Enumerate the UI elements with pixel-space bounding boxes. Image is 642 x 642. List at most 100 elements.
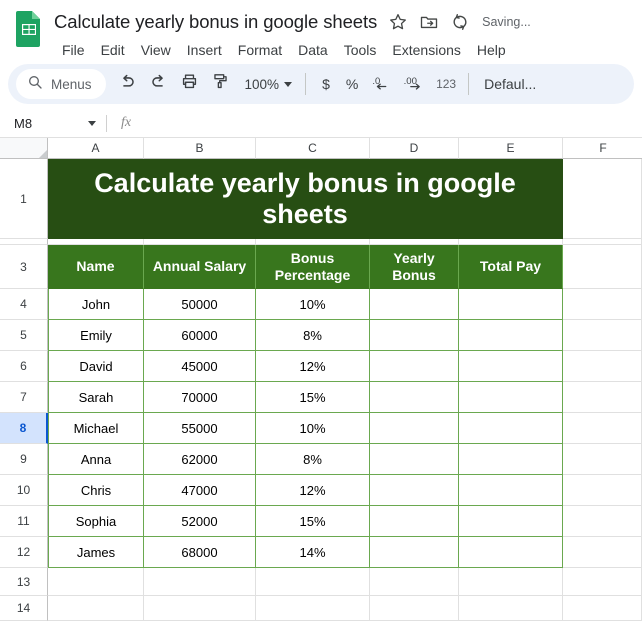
cell-a14[interactable] [48, 596, 144, 621]
cell-a8[interactable]: Michael [48, 413, 144, 444]
row-header-9[interactable]: 9 [0, 444, 48, 475]
column-header-a[interactable]: A [48, 138, 144, 159]
number-format-button[interactable]: 123 [431, 70, 461, 98]
cell-b6[interactable]: 45000 [144, 351, 256, 382]
cell-d9[interactable] [370, 444, 459, 475]
cell-c14[interactable] [256, 596, 370, 621]
cell-a13[interactable] [48, 568, 144, 596]
cell-b7[interactable]: 70000 [144, 382, 256, 413]
column-header-b[interactable]: B [144, 138, 256, 159]
cell-f3[interactable] [563, 245, 642, 289]
cell-b14[interactable] [144, 596, 256, 621]
cell-c5[interactable]: 8% [256, 320, 370, 351]
cell-d12[interactable] [370, 537, 459, 568]
cell-f8[interactable] [563, 413, 642, 444]
cell-d13[interactable] [370, 568, 459, 596]
menu-data[interactable]: Data [290, 40, 336, 60]
print-button[interactable] [174, 69, 205, 100]
cell-d6[interactable] [370, 351, 459, 382]
cell-d4[interactable] [370, 289, 459, 320]
table-header-total-pay[interactable]: Total Pay [459, 245, 563, 289]
font-family-dropdown[interactable]: Defaul... [476, 70, 544, 98]
increase-decimal-button[interactable]: .00 [397, 70, 431, 98]
cell-d10[interactable] [370, 475, 459, 506]
cell-a10[interactable]: Chris [48, 475, 144, 506]
menu-edit[interactable]: Edit [93, 40, 133, 60]
cell-b12[interactable]: 68000 [144, 537, 256, 568]
cell-f6[interactable] [563, 351, 642, 382]
cell-b9[interactable]: 62000 [144, 444, 256, 475]
move-to-folder-icon[interactable] [419, 12, 439, 32]
row-header-3[interactable]: 3 [0, 245, 48, 289]
document-title[interactable]: Calculate yearly bonus in google sheets [54, 11, 377, 33]
version-history-icon[interactable] [450, 12, 470, 32]
cell-f10[interactable] [563, 475, 642, 506]
cell-e11[interactable] [459, 506, 563, 537]
currency-format-button[interactable]: $ [313, 70, 339, 98]
row-header-6[interactable]: 6 [0, 351, 48, 382]
banner-title-cell[interactable]: Calculate yearly bonus in google sheets [48, 159, 563, 239]
cell-c4[interactable]: 10% [256, 289, 370, 320]
menu-tools[interactable]: Tools [336, 40, 385, 60]
table-header-name[interactable]: Name [48, 245, 144, 289]
cell-a5[interactable]: Emily [48, 320, 144, 351]
cell-c9[interactable]: 8% [256, 444, 370, 475]
cell-a6[interactable]: David [48, 351, 144, 382]
search-menus-button[interactable]: Menus [16, 69, 106, 99]
menu-file[interactable]: File [54, 40, 93, 60]
paint-format-button[interactable] [205, 69, 236, 100]
column-header-f[interactable]: F [563, 138, 642, 159]
cell-a12[interactable]: James [48, 537, 144, 568]
cell-c13[interactable] [256, 568, 370, 596]
cell-c11[interactable]: 15% [256, 506, 370, 537]
cell-e9[interactable] [459, 444, 563, 475]
cell-c12[interactable]: 14% [256, 537, 370, 568]
cell-c7[interactable]: 15% [256, 382, 370, 413]
cell-c10[interactable]: 12% [256, 475, 370, 506]
row-header-10[interactable]: 10 [0, 475, 48, 506]
cell-d11[interactable] [370, 506, 459, 537]
cell-f13[interactable] [563, 568, 642, 596]
cell-f1[interactable] [563, 159, 642, 239]
cell-b11[interactable]: 52000 [144, 506, 256, 537]
cell-e5[interactable] [459, 320, 563, 351]
row-header-14[interactable]: 14 [0, 596, 48, 621]
cell-e13[interactable] [459, 568, 563, 596]
star-icon[interactable] [388, 12, 408, 32]
cell-a4[interactable]: John [48, 289, 144, 320]
cell-e10[interactable] [459, 475, 563, 506]
cell-f5[interactable] [563, 320, 642, 351]
row-header-5[interactable]: 5 [0, 320, 48, 351]
menu-format[interactable]: Format [230, 40, 290, 60]
percent-format-button[interactable]: % [339, 70, 365, 98]
cell-f4[interactable] [563, 289, 642, 320]
cell-e14[interactable] [459, 596, 563, 621]
cell-b4[interactable]: 50000 [144, 289, 256, 320]
cell-d14[interactable] [370, 596, 459, 621]
cell-b8[interactable]: 55000 [144, 413, 256, 444]
table-header-yearly-bonus[interactable]: Yearly Bonus [370, 245, 459, 289]
column-header-e[interactable]: E [459, 138, 563, 159]
row-header-11[interactable]: 11 [0, 506, 48, 537]
menu-view[interactable]: View [133, 40, 179, 60]
row-header-4[interactable]: 4 [0, 289, 48, 320]
cell-b13[interactable] [144, 568, 256, 596]
cell-c6[interactable]: 12% [256, 351, 370, 382]
cell-f7[interactable] [563, 382, 642, 413]
select-all-corner[interactable] [0, 138, 48, 159]
row-header-13[interactable]: 13 [0, 568, 48, 596]
menu-help[interactable]: Help [469, 40, 514, 60]
cell-f12[interactable] [563, 537, 642, 568]
zoom-level-dropdown[interactable]: 100% [236, 70, 299, 98]
cell-d8[interactable] [370, 413, 459, 444]
cell-a11[interactable]: Sophia [48, 506, 144, 537]
undo-button[interactable] [112, 69, 143, 100]
cell-a7[interactable]: Sarah [48, 382, 144, 413]
cell-f9[interactable] [563, 444, 642, 475]
menu-insert[interactable]: Insert [179, 40, 230, 60]
cell-a9[interactable]: Anna [48, 444, 144, 475]
cell-d7[interactable] [370, 382, 459, 413]
column-header-c[interactable]: C [256, 138, 370, 159]
cell-e6[interactable] [459, 351, 563, 382]
cell-b5[interactable]: 60000 [144, 320, 256, 351]
